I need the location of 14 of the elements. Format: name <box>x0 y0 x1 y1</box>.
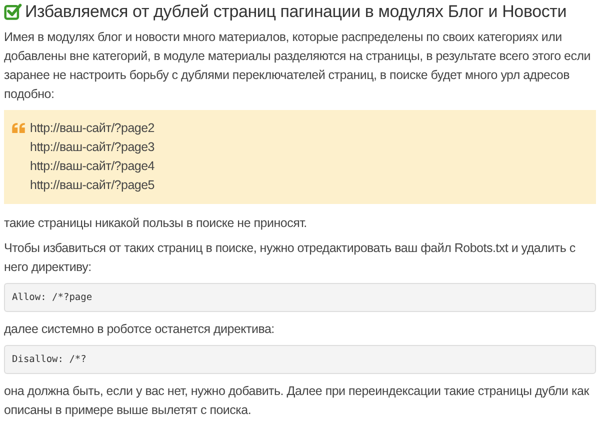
url-line: http://ваш-сайт/?page5 <box>30 177 155 194</box>
code-block: Disallow: /*? <box>4 345 596 374</box>
checkbox-checked-icon <box>4 3 22 21</box>
paragraph: Чтобы избавиться от таких страниц в поиске, нужно отредактировать ваш файл Robots.txt и удалить с него директиву: <box>4 240 576 276</box>
paragraph: далее системно в роботсе останется директива: <box>4 321 276 338</box>
paragraph: такие страницы никакой пользы в поиске не приносят. <box>4 215 308 232</box>
url-line: http://ваш-сайт/?page2 <box>30 120 155 137</box>
paragraph: она должна быть, если у вас нет, нужно добавить. Далее при переиндексации такие страницы дубли как описаны в примере выше вылетят с поиска. <box>4 383 590 419</box>
quote-mark-icon <box>12 123 25 133</box>
article-title: Избавляемся от дублей страниц пагинации в модулях Блог и Новости <box>25 2 567 22</box>
url-line: http://ваш-сайт/?page4 <box>30 158 155 175</box>
code-block: Allow: /*?page <box>4 283 596 312</box>
paragraph: Имея в модулях блог и новости много материалов, которые распределены по своих категориях или добавлены вне категорий, в модуле материалы разделяются на страницы, в результате всего этого если заранее не настроить борьбу с дублями переключателей страниц, в поиске будет много урл адресов подобно: <box>4 29 592 103</box>
url-line: http://ваш-сайт/?page3 <box>30 139 155 156</box>
